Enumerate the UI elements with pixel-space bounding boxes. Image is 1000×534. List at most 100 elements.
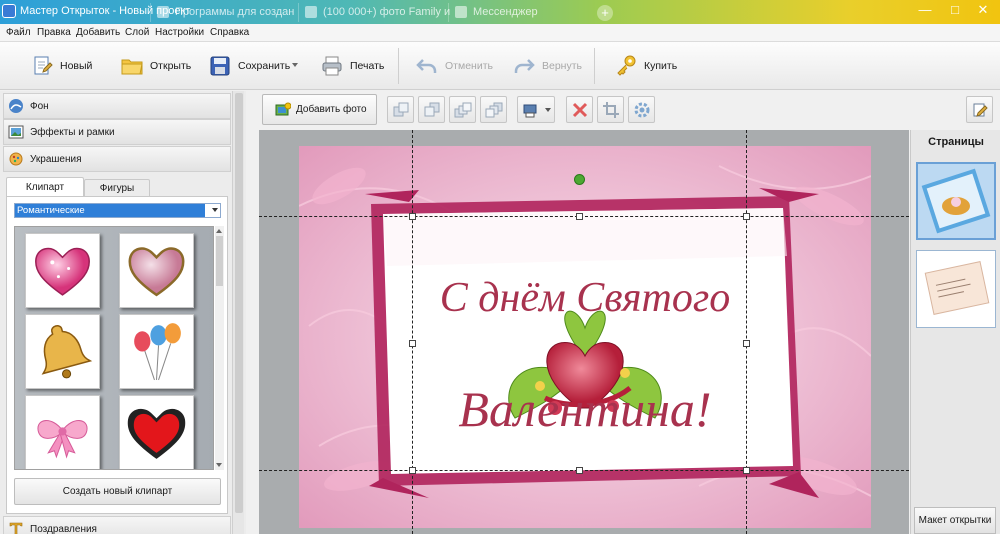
key-icon xyxy=(617,55,636,76)
toolbar-divider xyxy=(594,48,595,84)
menu-settings[interactable]: Настройки xyxy=(155,27,204,38)
properties-button[interactable] xyxy=(628,96,655,123)
pages-header: Страницы xyxy=(928,136,984,148)
clipart-scrollbar[interactable] xyxy=(215,226,224,470)
edit-text-button[interactable] xyxy=(966,96,993,123)
background-icon xyxy=(9,99,23,113)
print-button[interactable]: Печать xyxy=(320,48,384,84)
layer-backward-icon xyxy=(424,102,440,117)
edit-icon xyxy=(973,103,988,117)
text-icon xyxy=(9,522,23,534)
section-label: Эффекты и рамки xyxy=(30,126,115,138)
browser-tab-1[interactable]: Программы для создан xyxy=(150,3,295,22)
section-greetings[interactable]: Поздравления xyxy=(3,516,231,534)
card-layout-button[interactable]: Макет открытки xyxy=(914,507,996,534)
bell-icon xyxy=(41,325,93,379)
resize-handle[interactable] xyxy=(743,467,750,474)
card-text-line2[interactable]: Валентина! xyxy=(458,381,711,437)
clipart-pink-heart[interactable] xyxy=(25,233,100,308)
tab-shapes[interactable]: Фигуры xyxy=(84,179,150,197)
layer-forward-icon xyxy=(393,102,409,117)
align-button[interactable] xyxy=(517,96,555,123)
open-button[interactable]: Открыть xyxy=(120,48,191,84)
clipart-red-heart[interactable] xyxy=(119,395,194,469)
menu-bar: Файл Правка Добавить Слой Настройки Спра… xyxy=(0,24,1000,42)
floppy-icon xyxy=(210,56,230,76)
heart-icon xyxy=(127,408,186,459)
effects-icon xyxy=(8,125,24,139)
resize-handle[interactable] xyxy=(409,340,416,347)
browser-tab-2[interactable]: (100 000+) фото Family и xyxy=(298,3,450,22)
bring-to-front-button[interactable] xyxy=(449,96,476,123)
clipart-balloons[interactable] xyxy=(119,314,194,389)
scroll-thumb[interactable] xyxy=(235,93,243,513)
resize-handle[interactable] xyxy=(576,213,583,220)
left-panel-scrollbar[interactable] xyxy=(232,91,244,534)
tab-clipart[interactable]: Клипарт xyxy=(6,177,84,197)
save-button[interactable]: Сохранить xyxy=(208,48,290,84)
create-clipart-button[interactable]: Создать новый клипарт xyxy=(14,478,221,505)
scroll-down-icon[interactable] xyxy=(216,463,222,467)
add-photo-button[interactable]: Добавить фото xyxy=(262,94,377,125)
maximize-button[interactable]: □ xyxy=(940,0,970,20)
minimize-button[interactable]: — xyxy=(910,0,940,20)
category-select[interactable]: Романтические xyxy=(14,203,221,218)
undo-icon xyxy=(416,59,437,73)
page-preview xyxy=(924,261,990,315)
bow-icon xyxy=(37,420,88,459)
new-button[interactable]: Новый xyxy=(30,48,92,84)
balloons-icon xyxy=(134,323,181,381)
delete-button[interactable] xyxy=(566,96,593,123)
new-document-icon xyxy=(34,56,53,75)
page-thumbnail-1[interactable] xyxy=(916,162,996,240)
menu-add[interactable]: Добавить xyxy=(76,27,120,38)
resize-handle[interactable] xyxy=(409,213,416,220)
guide-line-horizontal xyxy=(259,216,909,217)
scroll-up-icon[interactable] xyxy=(216,229,222,233)
clipart-bell[interactable] xyxy=(25,314,100,389)
section-background[interactable]: Фон xyxy=(3,93,231,119)
clipart-grid xyxy=(14,226,214,470)
crop-button[interactable] xyxy=(597,96,624,123)
send-to-back-button[interactable] xyxy=(480,96,507,123)
layer-back-icon xyxy=(485,102,503,118)
save-dropdown-icon[interactable] xyxy=(292,63,298,67)
undo-button[interactable]: Отменить xyxy=(415,48,493,84)
print-button-label: Печать xyxy=(350,60,385,72)
chevron-down-icon[interactable] xyxy=(212,208,218,212)
section-decorations[interactable]: Украшения xyxy=(3,146,231,172)
menu-help[interactable]: Справка xyxy=(210,27,249,38)
redo-button[interactable]: Вернуть xyxy=(512,48,582,84)
bring-forward-button[interactable] xyxy=(387,96,414,123)
decorations-icon xyxy=(9,152,23,166)
scroll-thumb[interactable] xyxy=(216,236,223,286)
resize-handle[interactable] xyxy=(576,467,583,474)
layer-front-icon xyxy=(454,102,472,118)
section-label: Фон xyxy=(30,100,49,112)
title-bar: Мастер Открыток - Новый проект Программы… xyxy=(0,0,1000,24)
close-button[interactable]: ✕ xyxy=(968,0,998,20)
rotate-handle[interactable] xyxy=(574,174,585,185)
resize-handle[interactable] xyxy=(409,467,416,474)
clipart-sparkle-heart[interactable] xyxy=(119,233,194,308)
menu-layer[interactable]: Слой xyxy=(125,27,149,38)
clipart-pink-bow[interactable] xyxy=(25,395,100,469)
save-button-label: Сохранить xyxy=(238,60,291,72)
category-select-value: Романтические xyxy=(15,204,205,217)
delete-icon xyxy=(572,102,588,118)
page-thumbnail-2[interactable] xyxy=(916,250,996,328)
add-photo-icon xyxy=(275,102,291,115)
browser-tab-3[interactable]: Мессенджер xyxy=(448,3,588,22)
crop-icon xyxy=(603,102,619,118)
resize-handle[interactable] xyxy=(743,213,750,220)
section-effects[interactable]: Эффекты и рамки xyxy=(3,119,231,145)
menu-file[interactable]: Файл xyxy=(6,27,31,38)
buy-button[interactable]: Купить xyxy=(614,48,677,84)
send-backward-button[interactable] xyxy=(418,96,445,123)
main-toolbar: Новый Открыть Сохранить Печать Отменить … xyxy=(0,42,1000,90)
resize-handle[interactable] xyxy=(743,340,750,347)
section-label: Украшения xyxy=(30,153,82,165)
menu-edit[interactable]: Правка xyxy=(37,27,71,38)
card-text-line1[interactable]: С днём Святого xyxy=(440,275,730,321)
new-tab-button[interactable]: + xyxy=(597,5,613,21)
